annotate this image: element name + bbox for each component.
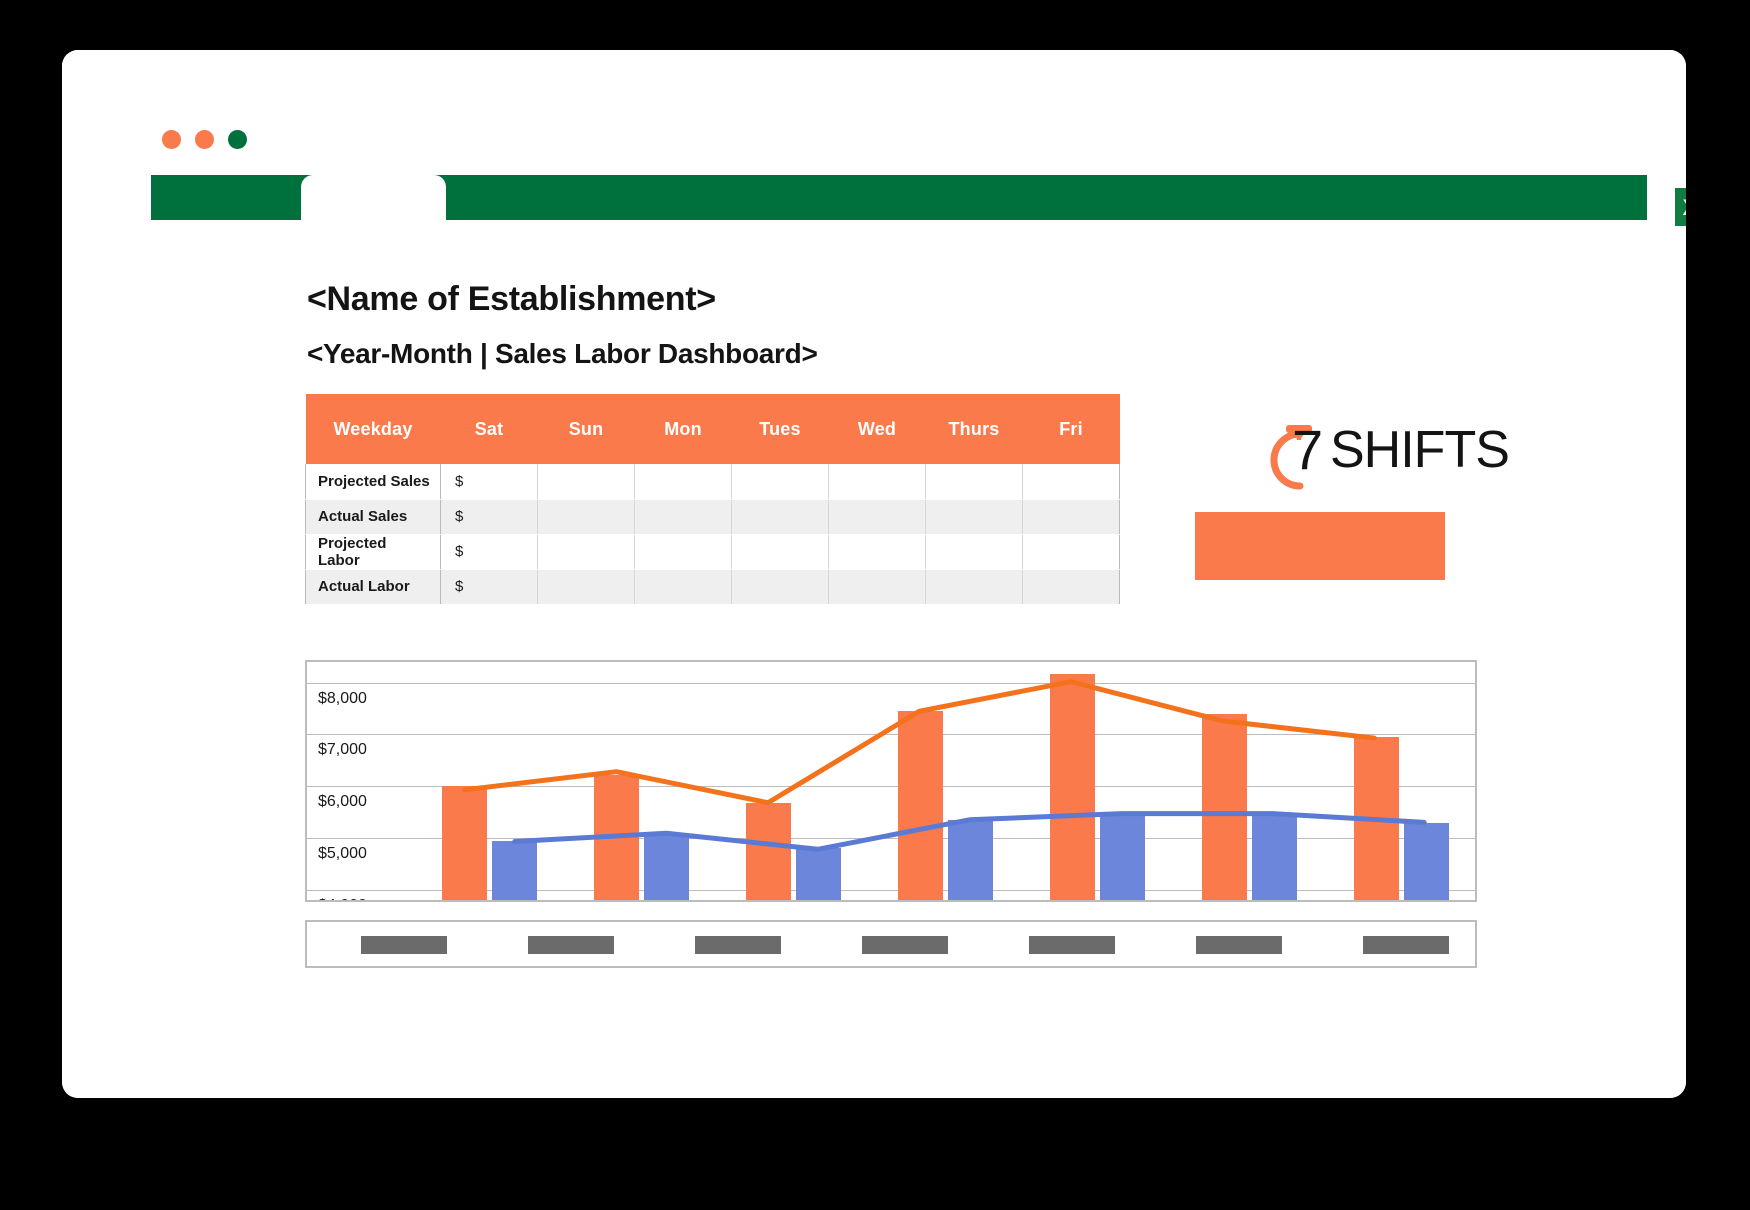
table-cell[interactable] [828, 534, 926, 570]
column-header-sun: Sun [537, 394, 635, 464]
table-header-row: Weekday Sat Sun Mon Tues Wed Thurs Fri [305, 394, 1120, 464]
table-cell[interactable] [537, 464, 635, 500]
table-cell[interactable] [537, 534, 635, 570]
chart-line [512, 811, 1427, 852]
sales-labor-table: Weekday Sat Sun Mon Tues Wed Thurs Fri P… [305, 394, 1120, 605]
chart-plot-area [414, 662, 1475, 900]
ribbon-bar [151, 175, 1647, 220]
logo-digit: 7 [1292, 418, 1324, 481]
table-cell[interactable] [537, 569, 635, 605]
page-subtitle: <Year-Month | Sales Labor Dashboard> [307, 338, 818, 369]
table-cell[interactable] [925, 499, 1023, 535]
table-row: Projected Sales $ [305, 464, 1120, 500]
y-axis-tick-label: $6,000 [318, 793, 367, 811]
table-cell[interactable] [731, 499, 829, 535]
column-header-wed: Wed [828, 394, 926, 464]
table-cell[interactable]: $ [440, 464, 538, 500]
row-header-actual-labor: Actual Labor [305, 569, 441, 605]
row-header-projected-labor: Projected Labor [305, 534, 441, 570]
column-header-mon: Mon [634, 394, 732, 464]
spreadsheet-canvas: <Name of Establishment> <Year-Month | Sa… [62, 228, 1686, 1098]
table-cell[interactable] [828, 499, 926, 535]
logo-wordmark: SHIFTS [1330, 421, 1510, 479]
table-cell[interactable] [925, 569, 1023, 605]
chart-x-axis-labels [305, 920, 1477, 968]
x-axis-label-placeholder [862, 936, 948, 954]
svg-text:X: X [1683, 195, 1686, 220]
column-header-thurs: Thurs [925, 394, 1023, 464]
table-header: Weekday Sat Sun Mon Tues Wed Thurs Fri [305, 394, 1120, 464]
table-cell[interactable] [634, 534, 732, 570]
table-cell[interactable] [634, 499, 732, 535]
y-axis-tick-label: $4,000 [318, 897, 367, 900]
axis-baseline [307, 900, 1475, 901]
table-cell[interactable] [925, 534, 1023, 570]
y-axis-tick-label: $5,000 [318, 844, 367, 862]
x-axis-label-placeholder [1195, 936, 1282, 954]
table-cell[interactable]: $ [440, 569, 538, 605]
minimize-button[interactable] [195, 130, 214, 149]
table-cell[interactable] [731, 569, 829, 605]
table-cell[interactable] [828, 569, 926, 605]
y-axis-tick-label: $7,000 [318, 741, 367, 759]
close-button[interactable] [162, 130, 181, 149]
table-cell[interactable]: $ [440, 534, 538, 570]
table-cell[interactable] [1022, 569, 1120, 605]
table-cell[interactable]: $ [440, 499, 538, 535]
seven-shifts-logo: 7 SHIFTS [1242, 418, 1510, 498]
sales-labor-chart: $8,000 $7,000 $6,000 $5,000 $4,000 [305, 660, 1477, 902]
row-header-actual-sales: Actual Sales [305, 499, 441, 535]
column-header-sat: Sat [440, 394, 538, 464]
table-cell[interactable] [925, 464, 1023, 500]
table-row: Projected Labor $ [305, 534, 1120, 570]
table-row: Actual Labor $ [305, 569, 1120, 605]
chart-line-series [462, 679, 1427, 852]
y-axis-tick-label: $8,000 [318, 689, 367, 707]
column-header-tues: Tues [731, 394, 829, 464]
x-axis-label-placeholder [1362, 936, 1449, 954]
table-cell[interactable] [537, 499, 635, 535]
orange-placeholder-box [1195, 512, 1445, 580]
screenshot-root: X <Name of Establishment> <Year-Month | … [0, 0, 1750, 1210]
table-cell[interactable] [731, 534, 829, 570]
x-axis-label-placeholder [361, 936, 448, 954]
column-header-weekday: Weekday [305, 394, 441, 464]
excel-icon: X [1675, 186, 1686, 228]
table-cell[interactable] [1022, 534, 1120, 570]
table-body: Projected Sales $ Actual Sales $ Projected L… [305, 464, 1120, 605]
chart-line [462, 679, 1377, 806]
active-sheet-tab[interactable] [301, 175, 446, 220]
table-cell[interactable] [634, 464, 732, 500]
table-row: Actual Sales $ [305, 499, 1120, 535]
table-cell[interactable] [1022, 499, 1120, 535]
table-cell[interactable] [634, 569, 732, 605]
column-header-fri: Fri [1022, 394, 1120, 464]
x-axis-label-placeholder [1028, 936, 1115, 954]
table-cell[interactable] [731, 464, 829, 500]
x-axis-label-placeholder [695, 936, 782, 954]
table-cell[interactable] [828, 464, 926, 500]
row-header-projected-sales: Projected Sales [305, 464, 441, 500]
app-window: X <Name of Establishment> <Year-Month | … [62, 50, 1686, 1098]
table-cell[interactable] [1022, 464, 1120, 500]
x-axis-label-placeholder [528, 936, 615, 954]
maximize-button[interactable] [228, 130, 247, 149]
page-title: <Name of Establishment> [307, 280, 716, 318]
window-titlebar [62, 50, 1686, 149]
